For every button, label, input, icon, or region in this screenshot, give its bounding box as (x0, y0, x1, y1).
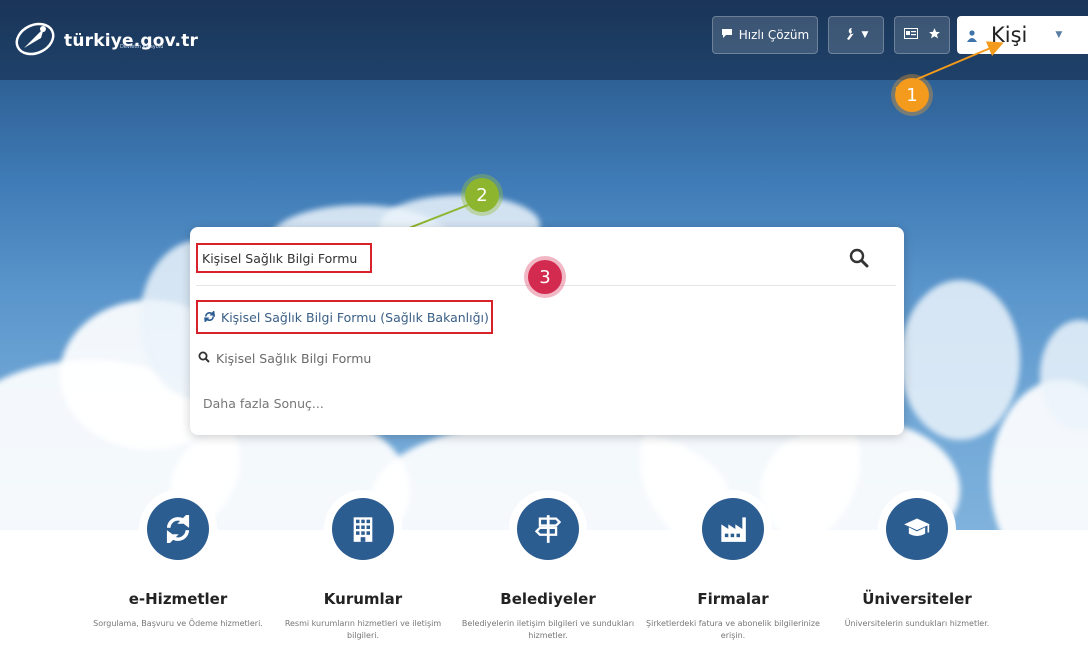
search-suggestion-query[interactable]: Kişisel Sağlık Bilgi Formu (198, 351, 371, 366)
suggestion-label: Kişisel Sağlık Bilgi Formu (Sağlık Bakan… (221, 309, 489, 325)
factory-icon (721, 517, 746, 542)
suggestion-label: Kişisel Sağlık Bilgi Formu (216, 351, 372, 366)
category-icon-wrap (139, 490, 217, 568)
refresh-icon (204, 309, 216, 325)
category-title: e-Hizmetler (128, 590, 228, 608)
category-icon-wrap (878, 490, 956, 568)
step-marker-2: 2 (465, 178, 499, 212)
refresh-icon (166, 515, 190, 543)
top-navigation-bar: türkiye.gov.tr Devletin Kısayolu Hızlı Ç… (0, 0, 1088, 80)
quick-solution-label: Hızlı Çözüm (738, 28, 810, 42)
category-description: Üniversitelerin sundukları hizmetler. (844, 619, 990, 628)
category-description: Resmi kurumların hizmetleri ve iletişim … (284, 619, 442, 640)
category-description: Belediyelerin iletişim bilgileri ve sund… (461, 619, 635, 640)
chat-bubble-icon (721, 28, 733, 42)
search-icon (198, 351, 210, 366)
graduation-cap-icon (904, 518, 930, 536)
logo-tagline: Devletin Kısayolu (120, 44, 164, 50)
quick-solution-button[interactable]: Hızlı Çözüm (712, 16, 818, 54)
category-icon-wrap (509, 490, 587, 568)
chevron-down-icon: ▼ (861, 30, 869, 40)
search-input[interactable] (196, 243, 372, 273)
signpost-icon (535, 515, 561, 543)
step-marker-3: 3 (528, 260, 562, 294)
category-description: Sorgulama, Başvuru ve Ödeme hizmetleri. (93, 619, 263, 628)
more-results-link[interactable]: Daha fazla Sonuç... (203, 396, 324, 411)
category-section: e-Hizmetler Sorgulama, Başvuru ve Ödeme … (0, 490, 1088, 648)
chevron-down-icon: ▼ (1055, 30, 1063, 40)
id-card-icon (903, 28, 918, 42)
user-label: Kişi (991, 23, 1028, 47)
logo-swoosh-icon (10, 14, 60, 64)
wrench-icon (844, 27, 856, 44)
user-account-button[interactable]: Kişi ▼ (957, 16, 1088, 54)
category-description: Şirketlerdeki fatura ve abonelik bilgile… (646, 619, 820, 640)
user-icon (967, 23, 977, 47)
category-title: Firmalar (697, 590, 769, 608)
category-title: Kurumlar (323, 590, 403, 608)
step-marker-1: 1 (895, 78, 929, 112)
tools-menu-button[interactable]: ▼ (828, 16, 884, 54)
search-icon (849, 248, 869, 268)
category-icon-wrap (324, 490, 402, 568)
search-panel: Kişisel Sağlık Bilgi Formu (Sağlık Bakan… (190, 227, 904, 435)
id-card-favorites-button[interactable] (894, 16, 950, 54)
site-logo[interactable]: türkiye.gov.tr (10, 14, 198, 64)
search-suggestion-service[interactable]: Kişisel Sağlık Bilgi Formu (Sağlık Bakan… (196, 300, 493, 334)
category-icon-wrap (694, 490, 772, 568)
star-icon (928, 27, 941, 43)
building-icon (353, 517, 373, 542)
category-title: Üniversiteler (862, 590, 972, 608)
category-title: Belediyeler (500, 590, 596, 608)
search-button[interactable] (844, 243, 874, 273)
